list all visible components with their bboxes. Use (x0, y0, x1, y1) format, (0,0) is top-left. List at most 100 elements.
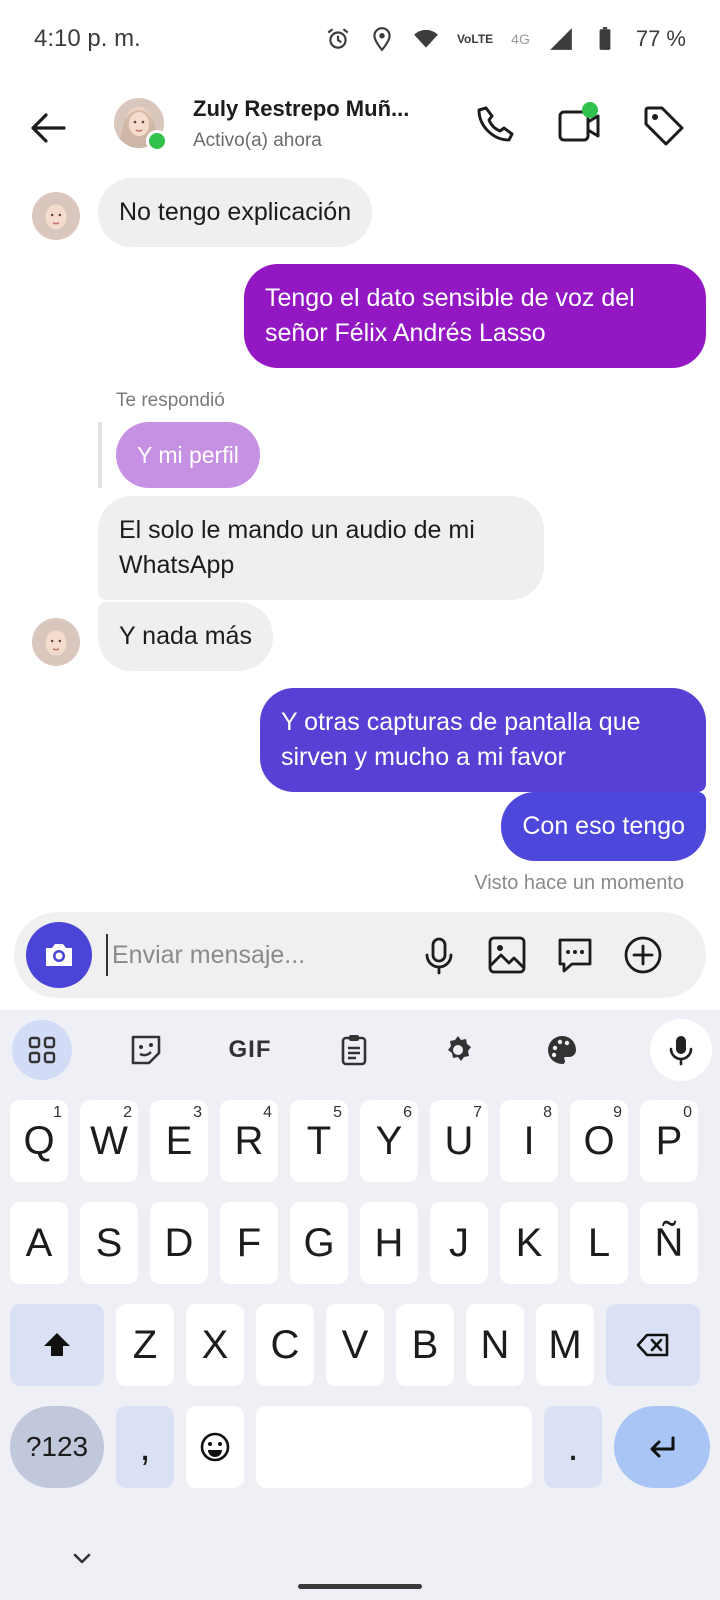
camera-button[interactable] (26, 922, 92, 988)
voice-call-button[interactable] (472, 102, 520, 150)
clipboard-button[interactable] (324, 1020, 384, 1080)
key-s[interactable]: S (80, 1202, 138, 1284)
microphone-icon (425, 937, 453, 975)
message-incoming[interactable]: No tengo explicación (98, 178, 373, 247)
enter-key[interactable] (614, 1406, 710, 1488)
key-i[interactable]: I8 (500, 1100, 558, 1182)
message-input[interactable] (106, 934, 406, 976)
emoji-key[interactable] (186, 1406, 244, 1488)
key-hint: 3 (193, 1104, 202, 1121)
keyboard-settings-button[interactable] (428, 1020, 488, 1080)
sticker-button[interactable] (552, 932, 598, 978)
shift-key[interactable] (10, 1304, 104, 1386)
sticker-keyboard-button[interactable] (116, 1020, 176, 1080)
status-icons: VoLTE 4G 77 % (325, 26, 686, 52)
video-active-indicator (582, 102, 598, 118)
microphone-icon (669, 1036, 693, 1066)
reply-divider (98, 422, 102, 488)
key-d[interactable]: D (150, 1202, 208, 1284)
key-o[interactable]: O9 (570, 1100, 628, 1182)
keyboard-toolbar: GIF (0, 1010, 720, 1090)
key-h[interactable]: H (360, 1202, 418, 1284)
voice-message-button[interactable] (416, 932, 462, 978)
message-outgoing[interactable]: Tengo el dato sensible de voz del señor … (244, 264, 706, 368)
key-t[interactable]: T5 (290, 1100, 348, 1182)
battery-level: 77 % (635, 26, 686, 51)
message-composer (14, 912, 706, 998)
period-key[interactable]: . (544, 1406, 602, 1488)
chat-bubble-icon (558, 938, 592, 973)
key-label: W (90, 1118, 128, 1163)
alarm-icon (327, 28, 349, 49)
key-f[interactable]: F (220, 1202, 278, 1284)
key-n[interactable]: N (466, 1304, 524, 1386)
theme-button[interactable] (532, 1020, 592, 1080)
key-a[interactable]: A (10, 1202, 68, 1284)
status-bar: 4:10 p. m. VoLTE 4G 77 % (0, 0, 720, 78)
arrow-left-icon (31, 113, 66, 143)
home-indicator[interactable] (298, 1584, 422, 1589)
hide-keyboard-button[interactable] (68, 1544, 96, 1572)
key-m[interactable]: M (536, 1304, 594, 1386)
key-k[interactable]: K (500, 1202, 558, 1284)
key-hint: 2 (123, 1104, 132, 1121)
more-options-button[interactable] (620, 932, 666, 978)
shift-arrow-icon (44, 1333, 70, 1356)
key-p[interactable]: P0 (640, 1100, 698, 1182)
contact-name[interactable]: Zuly Restrepo Muñ... (193, 96, 429, 122)
key-r[interactable]: R4 (220, 1100, 278, 1182)
backspace-key[interactable] (606, 1304, 700, 1386)
key-label: T (306, 1118, 332, 1163)
message-outgoing[interactable]: Y otras capturas de pantalla que sirven … (260, 688, 706, 792)
key-b[interactable]: B (396, 1304, 454, 1386)
key-hint: 6 (403, 1104, 412, 1121)
contact-status: Activo(a) ahora (193, 130, 322, 151)
key-z[interactable]: Z (116, 1304, 174, 1386)
key-label: O (583, 1118, 615, 1163)
battery-icon (599, 27, 611, 50)
key-label: U (444, 1118, 474, 1163)
enter-arrow-icon (650, 1436, 675, 1458)
online-indicator (146, 130, 168, 152)
avatar-image-icon (32, 618, 80, 666)
gallery-button[interactable] (484, 932, 530, 978)
key-label: R (234, 1118, 264, 1163)
volte-label: VoLTE (456, 32, 494, 46)
key-l[interactable]: L (570, 1202, 628, 1284)
message-incoming[interactable]: El solo le mando un audio de mi WhatsApp (98, 496, 544, 600)
key-n-tilde[interactable]: Ñ (640, 1202, 698, 1284)
back-button[interactable] (26, 106, 70, 150)
key-u[interactable]: U7 (430, 1100, 488, 1182)
key-hint: 5 (333, 1104, 342, 1121)
key-label: Y (375, 1118, 403, 1163)
key-x[interactable]: X (186, 1304, 244, 1386)
sender-avatar[interactable] (32, 192, 80, 240)
sender-avatar[interactable] (32, 618, 80, 666)
gif-button[interactable]: GIF (220, 1020, 280, 1080)
quoted-message[interactable]: Y mi perfil (116, 422, 260, 488)
spacebar-key[interactable] (256, 1406, 532, 1488)
message-incoming[interactable]: Y nada más (98, 602, 273, 671)
key-g[interactable]: G (290, 1202, 348, 1284)
key-c[interactable]: C (256, 1304, 314, 1386)
key-e[interactable]: E3 (150, 1100, 208, 1182)
keyboard-menu-button[interactable] (12, 1020, 72, 1080)
sticker-icon (131, 1035, 161, 1065)
emoji-icon (200, 1432, 230, 1462)
key-y[interactable]: Y6 (360, 1100, 418, 1182)
key-v[interactable]: V (326, 1304, 384, 1386)
key-j[interactable]: J (430, 1202, 488, 1284)
message-outgoing[interactable]: Con eso tengo (501, 792, 706, 861)
plus-circle-icon (624, 936, 662, 974)
clipboard-icon (341, 1035, 367, 1066)
tag-button[interactable] (640, 102, 688, 150)
apps-grid-icon (28, 1036, 56, 1064)
voice-typing-button[interactable] (650, 1019, 712, 1081)
key-q[interactable]: Q1 (10, 1100, 68, 1182)
network-label: 4G (511, 31, 530, 47)
backspace-icon (636, 1333, 669, 1357)
symbols-key[interactable]: ?123 (10, 1406, 104, 1488)
comma-key[interactable]: , (116, 1406, 174, 1488)
location-icon (373, 27, 391, 52)
key-w[interactable]: W2 (80, 1100, 138, 1182)
